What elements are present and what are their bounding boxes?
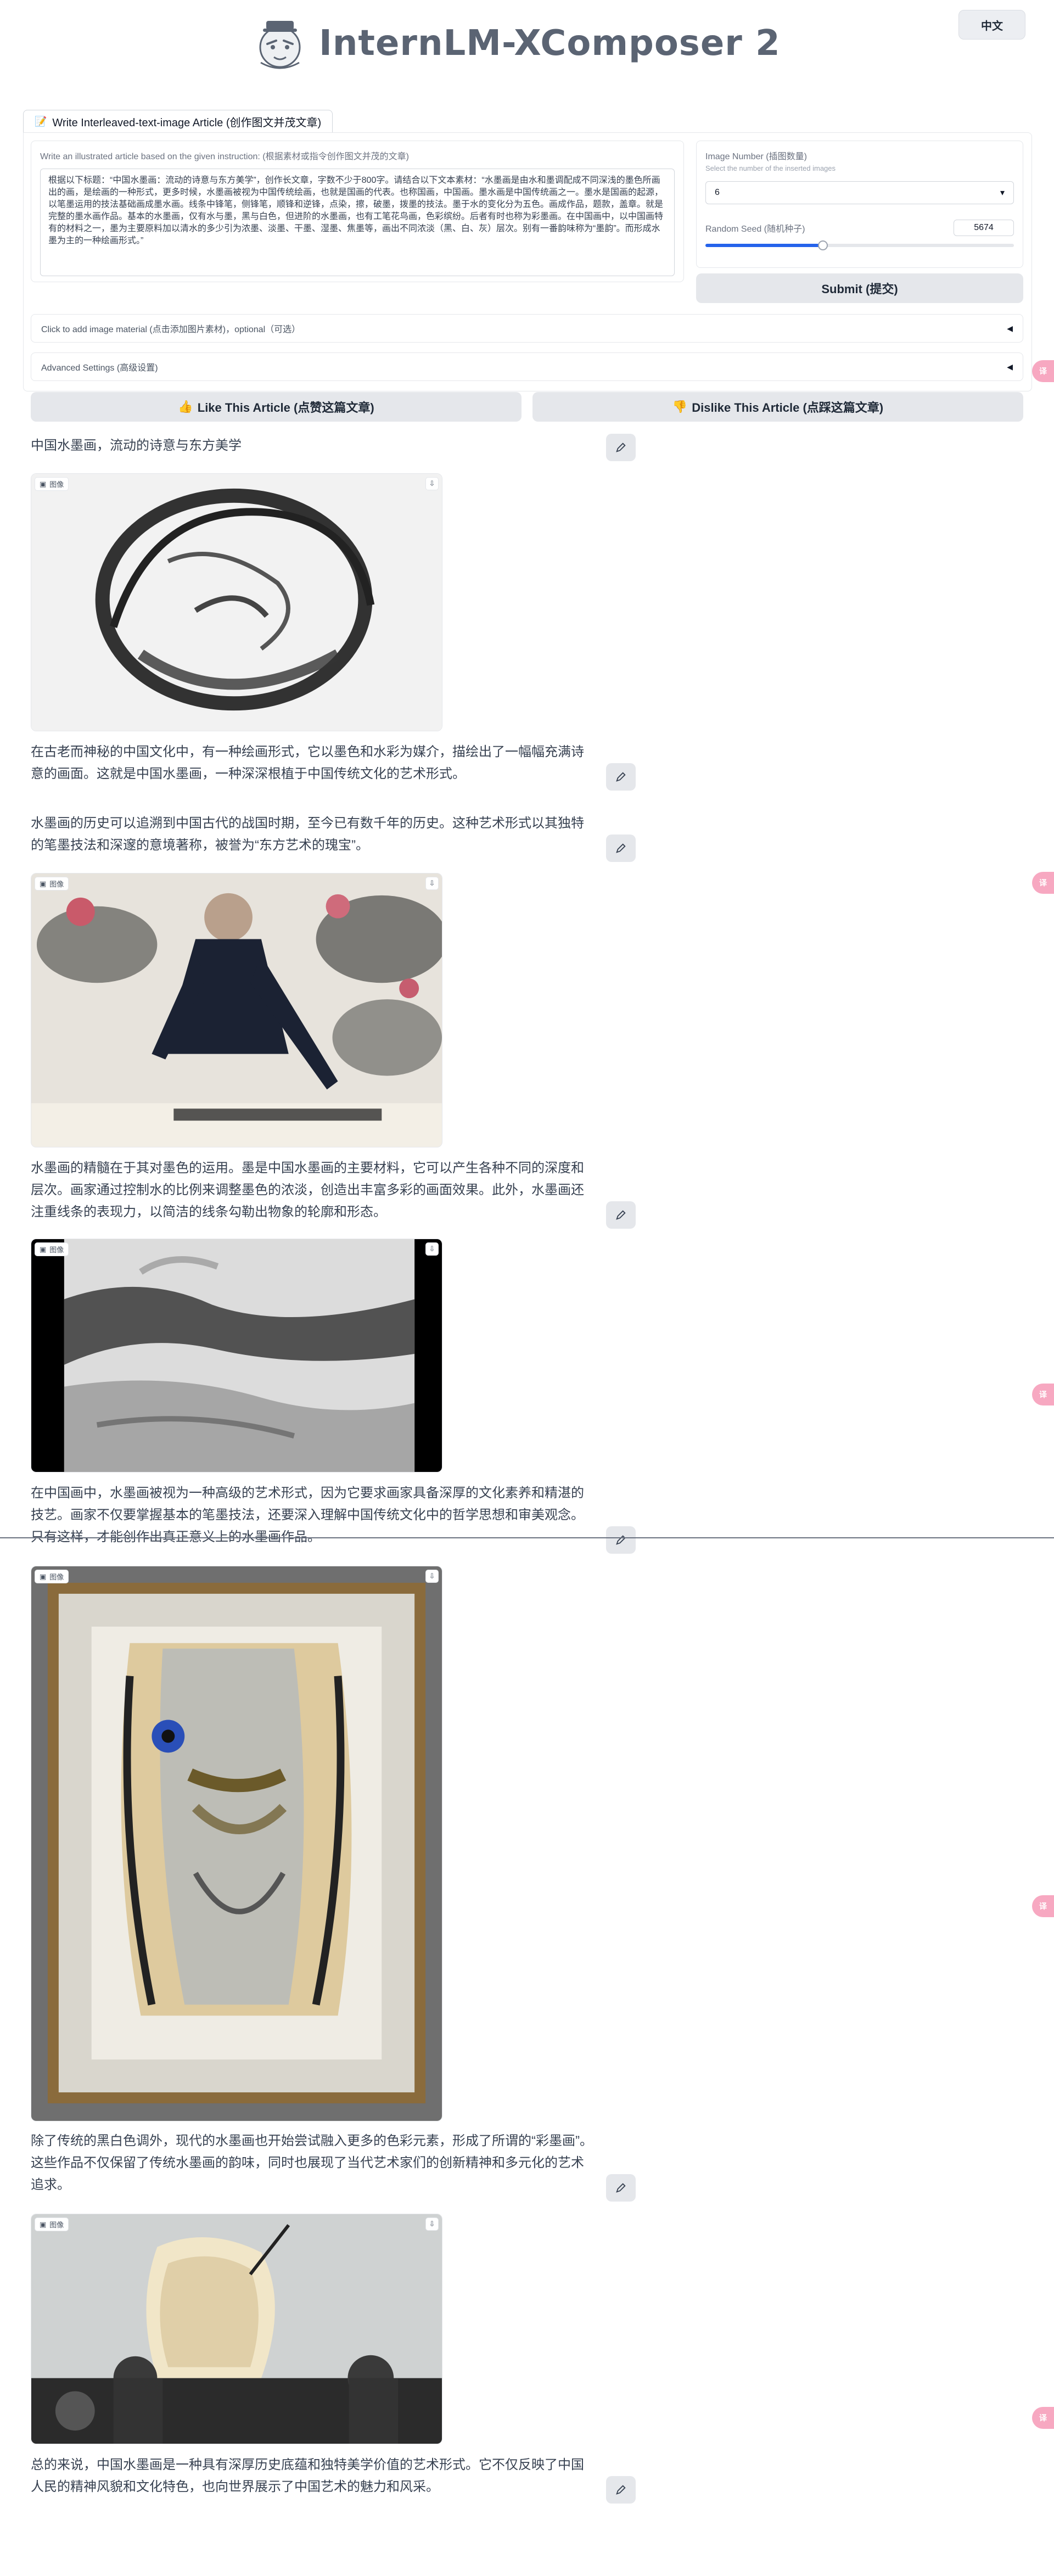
like-label: Like This Article (点赞这篇文章) [197,401,374,415]
instruction-label: Write an illustrated article based on th… [40,152,409,161]
seed-row: Random Seed (随机种子) 5674 [705,220,1014,236]
article-image-1: ▣ 图像 ⇩ [31,473,442,731]
article-title: 中国水墨画，流动的诗意与东方美学 [31,438,242,453]
image-tag: ▣ 图像 [35,1242,69,1256]
caret-down-icon: ▾ [1000,188,1005,198]
image-material-label: Click to add image material (点击添加图片素材)，o… [41,325,301,334]
download-icon[interactable]: ⇩ [425,1570,439,1583]
image-tag: ▣ 图像 [35,877,69,891]
language-toggle-button[interactable]: 中文 [958,10,1025,40]
article-paragraph-2: 水墨画的历史可以追溯到中国古代的战国时期，至今已有数千年的历史。这种艺术形式以其… [31,816,584,853]
image-icon: ▣ [40,1572,47,1581]
article-image-5: ▣ 图像 ⇩ [31,2214,442,2444]
pencil-icon [616,2183,626,2193]
settings-block: Image Number (插图数量) Select the number of… [696,141,1023,268]
ink-swirl-painting [31,474,442,731]
collapse-arrow-icon: ◀ [1007,362,1013,371]
translate-float-button[interactable]: 译 [1032,1895,1054,1917]
advanced-settings-accordion[interactable]: Advanced Settings (高级设置) ◀ [31,352,1023,381]
edit-paragraph-button[interactable] [606,1526,636,1554]
document-icon: 📝 [35,116,47,127]
edit-paragraph-button[interactable] [606,2174,636,2202]
article-paragraph-3: 水墨画的精髓在于其对墨色的运用。墨是中国水墨画的主要材料，它可以产生各种不同的深… [31,1161,584,1219]
pencil-icon [616,772,626,782]
painter-lotus-photo [31,873,442,1147]
collapse-arrow-icon: ◀ [1007,323,1013,333]
image-tag: ▣ 图像 [35,477,69,491]
seed-slider[interactable] [705,240,1014,250]
article-image-4: ▣ 图像 ⇩ [31,1566,442,2121]
article-paragraph-5: 除了传统的黑白色调外，现代的水墨画也开始尝试融入更多的色彩元素，形成了所谓的“彩… [31,2133,593,2192]
edit-paragraph-button[interactable] [606,2476,636,2504]
article-image-3: ▣ 图像 ⇩ [31,1239,442,1472]
translate-float-button[interactable]: 译 [1032,872,1054,894]
pencil-icon [616,2485,626,2495]
edit-title-button[interactable] [606,434,636,461]
thumbs-up-icon: 👍 [178,400,193,413]
image-icon: ▣ [40,1245,47,1253]
instruction-block: Write an illustrated article based on th… [31,141,684,282]
image-icon: ▣ [40,879,47,888]
image-number-label: Image Number (插图数量) [705,152,807,161]
misty-landscape-painting [31,1239,442,1472]
download-icon[interactable]: ⇩ [425,477,439,490]
translate-float-button[interactable]: 译 [1032,1384,1054,1405]
thumbs-down-icon: 👎 [672,400,688,413]
image-number-select[interactable]: 6 ▾ [705,181,1014,204]
article-paragraph-6: 总的来说，中国水墨画是一种具有深厚历史底蕴和独特美学价值的艺术形式。它不仅反映了… [31,2457,584,2494]
pencil-icon [616,1535,626,1545]
article-image-2: ▣ 图像 ⇩ [31,873,442,1147]
pencil-icon [616,1210,626,1220]
dislike-button[interactable]: 👎 Dislike This Article (点踩这篇文章) [532,392,1023,422]
image-material-accordion[interactable]: Click to add image material (点击添加图片素材)，o… [31,314,1023,343]
advanced-settings-label: Advanced Settings (高级设置) [41,363,158,373]
article-paragraph-1: 在古老而神秘的中国文化中，有一种绘画形式，它以墨色和水彩为媒介，描绘出了一幅幅充… [31,744,584,781]
image-tag: ▣ 图像 [35,2217,69,2231]
translate-float-button[interactable]: 译 [1032,360,1054,382]
image-icon: ▣ [40,2220,47,2228]
image-number-value: 6 [715,188,720,197]
framed-color-ink-painting [31,1566,442,2121]
seed-label: Random Seed (随机种子) [705,225,805,234]
submit-button[interactable]: Submit (提交) [696,273,1023,303]
pencil-icon [616,443,626,452]
ink-performance-photo [31,2214,442,2444]
app-header: InternLM-XComposer 2 中文 [0,0,1054,88]
tab-write-article[interactable]: 📝 Write Interleaved-text-image Article (… [23,110,333,133]
instruction-textarea[interactable]: 根据以下标题：“中国水墨画：流动的诗意与东方美学”，创作长文章，字数不少于800… [40,169,675,276]
edit-paragraph-button[interactable] [606,835,636,862]
download-icon[interactable]: ⇩ [425,2217,439,2231]
translate-float-button[interactable]: 译 [1032,2407,1054,2429]
seed-input[interactable]: 5674 [954,220,1014,236]
seed-slider-thumb[interactable] [817,240,828,250]
page-divider [0,1537,1054,1538]
edit-paragraph-button[interactable] [606,763,636,791]
mascot-logo-icon [259,21,301,69]
app-title: InternLM-XComposer 2 [319,23,781,64]
image-tag: ▣ 图像 [35,1570,69,1583]
seed-slider-fill [705,244,823,247]
pencil-icon [616,843,626,853]
like-button[interactable]: 👍 Like This Article (点赞这篇文章) [31,392,522,422]
tab-label: Write Interleaved-text-image Article (创作… [52,117,322,129]
download-icon[interactable]: ⇩ [425,877,439,890]
article-paragraph-4: 在中国画中，水墨画被视为一种高级的艺术形式，因为它要求画家具备深厚的文化素养和精… [31,1486,584,1544]
edit-paragraph-button[interactable] [606,1201,636,1229]
logo: InternLM-XComposer 2 [250,13,781,74]
image-number-info: Select the number of the inserted images [705,164,836,172]
image-icon: ▣ [40,479,47,488]
dislike-label: Dislike This Article (点踩这篇文章) [692,401,884,415]
download-icon[interactable]: ⇩ [425,1242,439,1256]
